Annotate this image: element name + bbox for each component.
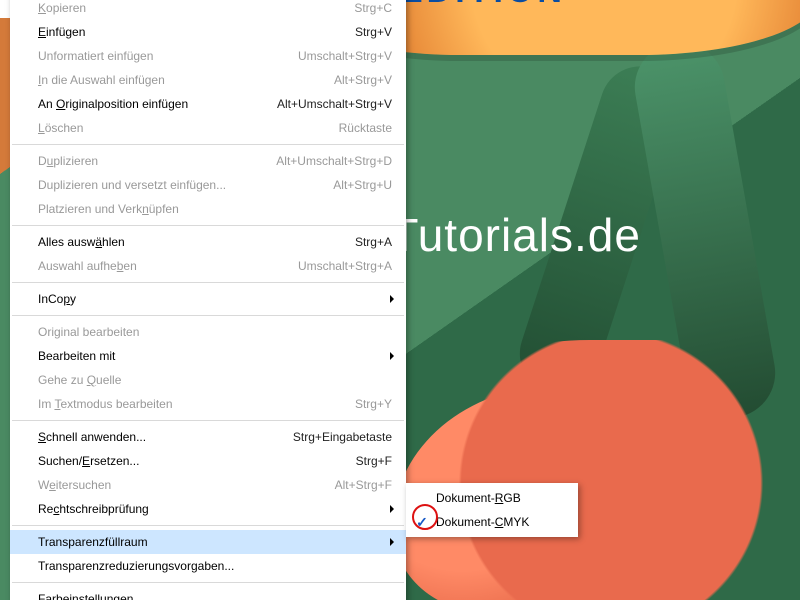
menu-item-label: Duplizieren und versetzt einfügen... [38, 178, 323, 192]
menu-deselect-all: Auswahl aufhebenUmschalt+Strg+A [10, 254, 406, 278]
submenu-doc-cmyk[interactable]: ✓ Dokument-CMYK [406, 510, 578, 534]
menu-edit-original: Original bearbeiten [10, 320, 406, 344]
menu-story-editor: Im Textmodus bearbeitenStrg+Y [10, 392, 406, 416]
submenu-arrow-icon [390, 505, 398, 513]
menu-item-shortcut: Strg+C [344, 1, 392, 15]
menu-color-settings[interactable]: Farbeinstellungen... [10, 587, 406, 600]
checkmark-icon: ✓ [414, 514, 430, 530]
menu-item-label: Farbeinstellungen... [38, 592, 392, 600]
menu-paste-in-place[interactable]: An Originalposition einfügenAlt+Umschalt… [10, 92, 406, 116]
menu-item-label: Transparenzreduzierungsvorgaben... [38, 559, 392, 573]
menu-separator [12, 525, 404, 526]
submenu-arrow-icon [390, 295, 398, 303]
menu-separator [12, 144, 404, 145]
menu-edit-with[interactable]: Bearbeiten mit [10, 344, 406, 368]
menu-incopy[interactable]: InCopy [10, 287, 406, 311]
menu-item-label: Suchen/Ersetzen... [38, 454, 346, 468]
menu-item-shortcut: Umschalt+Strg+V [288, 49, 392, 63]
menu-item-label: Bearbeiten mit [38, 349, 392, 363]
menu-item-shortcut: Strg+A [345, 235, 392, 249]
submenu-item-label: Dokument-RGB [436, 491, 521, 505]
menu-item-label: Platzieren und Verknüpfen [38, 202, 392, 216]
menu-paste[interactable]: EinfügenStrg+V [10, 20, 406, 44]
submenu-arrow-icon [390, 538, 398, 546]
menu-duplicate: DuplizierenAlt+Umschalt+Strg+D [10, 149, 406, 173]
bg-tulip-flower [380, 340, 800, 600]
menu-item-shortcut: Alt+Umschalt+Strg+D [266, 154, 392, 168]
menu-item-label: Schnell anwenden... [38, 430, 283, 444]
menu-separator [12, 420, 404, 421]
menu-item-shortcut: Strg+Y [345, 397, 392, 411]
menu-item-label: Kopieren [38, 1, 344, 15]
menu-step-repeat: Duplizieren und versetzt einfügen...Alt+… [10, 173, 406, 197]
menu-item-shortcut: Rücktaste [329, 121, 392, 135]
menu-separator [12, 582, 404, 583]
menu-item-shortcut: Strg+Eingabetaste [283, 430, 392, 444]
menu-item-label: Löschen [38, 121, 329, 135]
menu-separator [12, 282, 404, 283]
menu-item-shortcut: Alt+Strg+V [324, 73, 392, 87]
menu-spelling[interactable]: Rechtschreibprüfung [10, 497, 406, 521]
menu-item-label: Einfügen [38, 25, 345, 39]
menu-item-label: Alles auswählen [38, 235, 345, 249]
menu-item-label: Auswahl aufheben [38, 259, 288, 273]
menu-separator [12, 315, 404, 316]
submenu-doc-rgb[interactable]: Dokument-RGB [406, 486, 578, 510]
menu-item-label: In die Auswahl einfügen [38, 73, 324, 87]
menu-paste-into: In die Auswahl einfügenAlt+Strg+V [10, 68, 406, 92]
menu-item-shortcut: Umschalt+Strg+A [288, 259, 392, 273]
menu-go-to-source: Gehe zu Quelle [10, 368, 406, 392]
menu-delete: LöschenRücktaste [10, 116, 406, 140]
menu-flattener-presets[interactable]: Transparenzreduzierungsvorgaben... [10, 554, 406, 578]
menu-quick-apply[interactable]: Schnell anwenden...Strg+Eingabetaste [10, 425, 406, 449]
menu-find-next: WeitersuchenAlt+Strg+F [10, 473, 406, 497]
menu-item-label: Duplizieren [38, 154, 266, 168]
menu-item-label: Weitersuchen [38, 478, 325, 492]
menu-find-change[interactable]: Suchen/Ersetzen...Strg+F [10, 449, 406, 473]
watermark-text: -Tutorials.de [374, 208, 641, 262]
menu-copy: KopierenStrg+C [10, 0, 406, 20]
menu-transparency-blend-space[interactable]: Transparenzfüllraum [10, 530, 406, 554]
menu-item-label: Rechtschreibprüfung [38, 502, 392, 516]
menu-place-and-link: Platzieren und Verknüpfen [10, 197, 406, 221]
bg-header-text: EDITION [400, 0, 566, 11]
menu-item-label: InCopy [38, 292, 392, 306]
menu-item-label: Unformatiert einfügen [38, 49, 288, 63]
menu-item-shortcut: Alt+Strg+F [325, 478, 392, 492]
menu-item-label: Im Textmodus bearbeiten [38, 397, 345, 411]
menu-item-shortcut: Strg+V [345, 25, 392, 39]
menu-paste-unformat: Unformatiert einfügenUmschalt+Strg+V [10, 44, 406, 68]
menu-item-shortcut: Alt+Umschalt+Strg+V [267, 97, 392, 111]
submenu-arrow-icon [390, 352, 398, 360]
menu-item-shortcut: Alt+Strg+U [323, 178, 392, 192]
submenu-item-label: Dokument-CMYK [436, 515, 529, 529]
menu-item-label: Transparenzfüllraum [38, 535, 392, 549]
menu-item-shortcut: Strg+F [346, 454, 392, 468]
menu-separator [12, 225, 404, 226]
edit-context-menu: KopierenStrg+CEinfügenStrg+VUnformatiert… [10, 0, 406, 600]
menu-item-label: Original bearbeiten [38, 325, 392, 339]
menu-select-all[interactable]: Alles auswählenStrg+A [10, 230, 406, 254]
menu-item-label: An Originalposition einfügen [38, 97, 267, 111]
transparency-blend-space-submenu: Dokument-RGB ✓ Dokument-CMYK [406, 483, 578, 537]
menu-item-label: Gehe zu Quelle [38, 373, 392, 387]
